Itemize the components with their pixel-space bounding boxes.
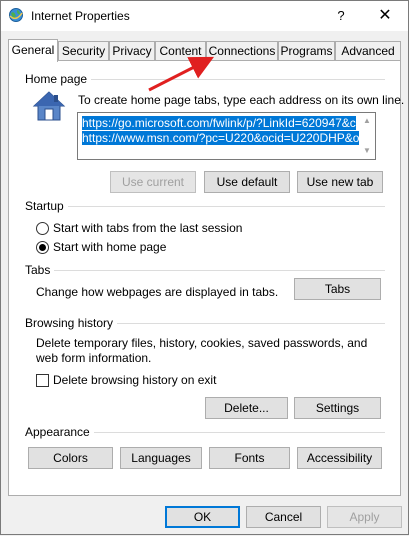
tabs-heading: Tabs <box>25 263 55 277</box>
startup-last-session-label[interactable]: Start with tabs from the last session <box>53 221 242 236</box>
home-page-url-line-2: https://www.msn.com/?pc=U220&ocid=U220DH… <box>82 131 360 146</box>
scroll-up-icon[interactable]: ▲ <box>361 115 373 127</box>
startup-home-page-label[interactable]: Start with home page <box>53 240 166 255</box>
startup-last-session-radio[interactable] <box>36 222 49 235</box>
tabs-button[interactable]: Tabs <box>294 278 381 300</box>
colors-button[interactable]: Colors <box>28 447 113 469</box>
delete-on-exit-label[interactable]: Delete browsing history on exit <box>53 373 216 388</box>
delete-history-button[interactable]: Delete... <box>205 397 288 419</box>
history-settings-button[interactable]: Settings <box>294 397 381 419</box>
tabs-divider <box>25 270 385 271</box>
window-title: Internet Properties <box>31 9 130 23</box>
tab-content[interactable]: Content <box>155 41 206 61</box>
use-current-button[interactable]: Use current <box>110 171 196 193</box>
internet-properties-dialog: Internet Properties ? ✕ General Security… <box>0 0 409 535</box>
use-new-tab-button[interactable]: Use new tab <box>297 171 383 193</box>
appearance-heading: Appearance <box>25 425 94 439</box>
tab-programs[interactable]: Programs <box>278 41 335 61</box>
help-button[interactable]: ? <box>319 1 363 31</box>
tab-security[interactable]: Security <box>58 41 109 61</box>
browsing-history-description: Delete temporary files, history, cookies… <box>36 336 368 365</box>
delete-on-exit-checkbox[interactable] <box>36 374 49 387</box>
tab-connections[interactable]: Connections <box>206 41 278 61</box>
languages-button[interactable]: Languages <box>120 447 202 469</box>
home-page-description: To create home page tabs, type each addr… <box>78 93 405 107</box>
scroll-down-icon[interactable]: ▼ <box>361 145 373 157</box>
home-page-url-1: https://go.microsoft.com/fwlink/p/?LinkI… <box>82 116 356 130</box>
home-page-urls-textarea[interactable]: https://go.microsoft.com/fwlink/p/?LinkI… <box>77 112 376 160</box>
house-icon <box>32 91 66 121</box>
home-page-url-line-1: https://go.microsoft.com/fwlink/p/?LinkI… <box>82 116 356 131</box>
tabs-description: Change how webpages are displayed in tab… <box>36 285 279 299</box>
close-button[interactable]: ✕ <box>363 1 407 31</box>
home-page-url-2: https://www.msn.com/?pc=U220&ocid=U220DH… <box>82 131 360 145</box>
startup-home-page-radio[interactable] <box>36 241 49 254</box>
internet-globe-icon <box>9 8 23 22</box>
cancel-button[interactable]: Cancel <box>246 506 321 528</box>
browsing-history-heading: Browsing history <box>25 316 118 330</box>
use-default-button[interactable]: Use default <box>204 171 290 193</box>
tab-privacy[interactable]: Privacy <box>109 41 155 61</box>
startup-heading: Startup <box>25 199 68 213</box>
apply-button[interactable]: Apply <box>327 506 402 528</box>
tab-strip: General Security Privacy Content Connect… <box>8 39 401 62</box>
tab-general[interactable]: General <box>8 39 58 62</box>
title-bar: Internet Properties ? ✕ <box>1 1 408 31</box>
fonts-button[interactable]: Fonts <box>209 447 290 469</box>
startup-divider <box>25 206 385 207</box>
ok-button[interactable]: OK <box>165 506 240 528</box>
home-page-heading: Home page <box>25 72 92 86</box>
tab-advanced[interactable]: Advanced <box>335 41 401 61</box>
accessibility-button[interactable]: Accessibility <box>297 447 382 469</box>
